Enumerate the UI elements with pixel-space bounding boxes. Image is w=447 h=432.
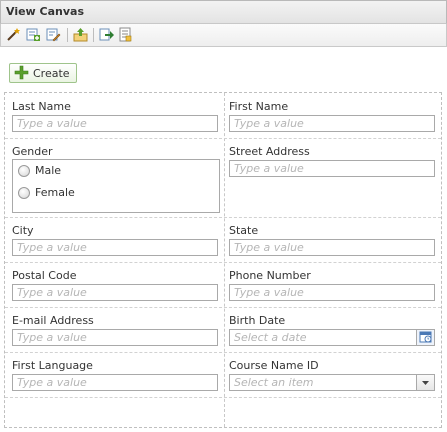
city-input[interactable]: Type a value — [12, 239, 218, 256]
create-button-label: Create — [33, 67, 70, 80]
postal-code-label: Postal Code — [12, 269, 77, 282]
add-field-icon[interactable] — [25, 26, 42, 43]
email-label: E-mail Address — [12, 314, 94, 327]
birth-date-input[interactable]: Select a date — [229, 329, 435, 346]
magic-wand-icon[interactable] — [5, 26, 22, 43]
course-name-id-placeholder: Select an item — [234, 376, 314, 389]
state-input[interactable]: Type a value — [229, 239, 435, 256]
first-name-input[interactable]: Type a value — [229, 115, 435, 132]
edit-form-icon[interactable] — [45, 26, 62, 43]
gender-female-radio[interactable] — [18, 187, 30, 199]
window-titlebar: View Canvas — [0, 0, 447, 24]
state-placeholder: Type a value — [234, 241, 304, 254]
properties-icon[interactable] — [117, 26, 134, 43]
birth-date-label: Birth Date — [229, 314, 286, 327]
upload-icon[interactable] — [72, 26, 89, 43]
gender-female-label[interactable]: Female — [35, 186, 75, 199]
create-button[interactable]: Create — [9, 63, 77, 83]
phone-number-label: Phone Number — [229, 269, 311, 282]
plus-icon — [14, 65, 29, 83]
first-language-placeholder: Type a value — [17, 376, 87, 389]
form-canvas: Last Name Type a value First Name Type a… — [4, 92, 442, 428]
gender-radio-group: Male Female — [12, 159, 220, 213]
gender-male-label[interactable]: Male — [35, 164, 61, 177]
gender-male-radio[interactable] — [18, 165, 30, 177]
postal-code-placeholder: Type a value — [17, 286, 87, 299]
first-language-input[interactable]: Type a value — [12, 374, 218, 391]
first-language-label: First Language — [12, 359, 93, 372]
city-placeholder: Type a value — [17, 241, 87, 254]
calendar-icon[interactable] — [416, 330, 434, 345]
city-label: City — [12, 224, 34, 237]
gender-label: Gender — [12, 145, 53, 158]
last-name-label: Last Name — [12, 100, 71, 113]
state-label: State — [229, 224, 259, 237]
phone-number-input[interactable]: Type a value — [229, 284, 435, 301]
email-input[interactable]: Type a value — [12, 329, 218, 346]
first-name-label: First Name — [229, 100, 289, 113]
email-placeholder: Type a value — [17, 331, 87, 344]
course-name-id-label: Course Name ID — [229, 359, 319, 372]
postal-code-input[interactable]: Type a value — [12, 284, 218, 301]
street-address-input[interactable]: Type a value — [229, 160, 435, 177]
window-title: View Canvas — [6, 5, 85, 18]
first-name-placeholder: Type a value — [234, 117, 304, 130]
last-name-placeholder: Type a value — [17, 117, 87, 130]
course-name-id-select[interactable]: Select an item — [229, 374, 435, 391]
last-name-input[interactable]: Type a value — [12, 115, 218, 132]
street-address-placeholder: Type a value — [234, 162, 304, 175]
chevron-down-icon[interactable] — [416, 375, 434, 390]
birth-date-placeholder: Select a date — [234, 331, 307, 344]
export-icon[interactable] — [98, 26, 115, 43]
toolbar — [0, 24, 447, 47]
phone-number-placeholder: Type a value — [234, 286, 304, 299]
street-address-label: Street Address — [229, 145, 310, 158]
